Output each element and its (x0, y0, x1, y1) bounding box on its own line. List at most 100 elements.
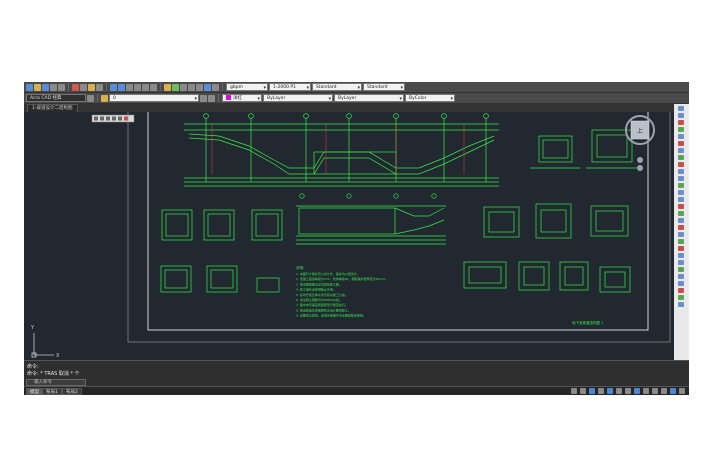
svg-text:Y: Y (30, 325, 35, 331)
ortho-toggle-icon[interactable] (589, 388, 595, 394)
color-label: 洋红 (233, 96, 242, 101)
text-tool-icon[interactable] (678, 155, 684, 160)
design-center-icon[interactable] (172, 83, 179, 91)
rotate-tool-icon[interactable] (678, 176, 684, 181)
save-icon[interactable] (42, 83, 49, 91)
preview-icon[interactable] (58, 83, 65, 91)
make-current-layer-icon[interactable] (200, 94, 207, 102)
sheet-set-icon[interactable] (188, 83, 195, 91)
explode-tool-icon[interactable] (678, 239, 684, 244)
inner-frame (147, 112, 649, 331)
lock-ui-icon[interactable] (652, 388, 658, 394)
snap-toggle-icon[interactable] (580, 388, 586, 394)
join-tool-icon[interactable] (678, 260, 684, 265)
pan-icon[interactable] (126, 83, 133, 91)
zoom-window-icon[interactable] (142, 83, 149, 91)
plot-style-select[interactable]: ByColor (405, 94, 455, 102)
layer-previous-icon[interactable] (208, 94, 215, 102)
zoom-realtime-icon[interactable] (134, 83, 141, 91)
lineweight-select[interactable]: ByLayer (334, 94, 404, 102)
isolate-objects-icon[interactable] (661, 388, 667, 394)
block-tool-icon[interactable] (678, 274, 684, 279)
undo-icon[interactable] (110, 83, 117, 91)
arc-tool-icon[interactable] (678, 134, 684, 139)
section-details-left (160, 209, 283, 293)
circle-tool-icon[interactable] (678, 127, 684, 132)
status-bar: 模型 布局1 布局2 (24, 386, 689, 395)
line-tool-icon[interactable] (678, 106, 684, 111)
annotation-scale-icon[interactable] (634, 388, 640, 394)
tab-layout1[interactable]: 布局1 (42, 388, 62, 395)
customize-icon[interactable] (679, 388, 685, 394)
mirror-tool-icon[interactable] (678, 211, 684, 216)
drawing-svg: 地下室坡道结构图 1 说明: 1. 本图尺寸除标高以米计外，其余均以毫米计。2.… (30, 112, 671, 359)
hatch-tool-icon[interactable] (678, 148, 684, 153)
tab-layout2[interactable]: 布局2 (62, 388, 82, 395)
match-properties-icon[interactable] (96, 83, 103, 91)
stretch-tool-icon[interactable] (678, 246, 684, 251)
array-tool-icon[interactable] (678, 218, 684, 223)
table-tool-icon[interactable] (678, 288, 684, 293)
navigation-bar[interactable] (637, 157, 643, 171)
drawing-tab[interactable]: 1-坡道设计二结构图 (27, 104, 78, 112)
move-tool-icon[interactable] (678, 162, 684, 167)
zoom-previous-icon[interactable] (150, 83, 157, 91)
tool-palettes-icon[interactable] (180, 83, 187, 91)
dimension-tool-icon[interactable] (678, 267, 684, 272)
copy-icon[interactable] (80, 83, 87, 91)
print-icon[interactable] (50, 83, 57, 91)
fillet-tool-icon[interactable] (678, 225, 684, 230)
axis-lines (211, 124, 465, 174)
tab-model[interactable]: 模型 (26, 388, 43, 395)
scale-tool-icon[interactable] (678, 183, 684, 188)
notes-list: 1. 本图尺寸除标高以米计外，其余均以毫米计。2. 混凝土强度等级为C35，抗渗… (296, 271, 388, 318)
cut-icon[interactable] (72, 83, 79, 91)
redo-icon[interactable] (118, 83, 125, 91)
polar-toggle-icon[interactable] (598, 388, 604, 394)
extend-tool-icon[interactable] (678, 197, 684, 202)
trim-tool-icon[interactable] (678, 190, 684, 195)
workspace-settings-icon[interactable] (87, 94, 94, 102)
insert-tool-icon[interactable] (678, 281, 684, 286)
grid-toggle-icon[interactable] (571, 388, 577, 394)
offset-tool-icon[interactable] (678, 204, 684, 209)
layer-select[interactable]: 0 (109, 94, 199, 102)
layer-tool-icon[interactable] (678, 302, 684, 307)
paste-icon[interactable] (88, 83, 95, 91)
break-tool-icon[interactable] (678, 253, 684, 258)
dim-style-select[interactable]: 1-2000 P1 (269, 83, 311, 91)
mleader-style-select[interactable]: Standard (363, 83, 405, 91)
text-style-select[interactable]: gbpm (226, 83, 268, 91)
new-file-icon[interactable] (26, 83, 33, 91)
osnap-toggle-icon[interactable] (607, 388, 613, 394)
layer-manager-icon[interactable] (101, 94, 108, 102)
open-file-icon[interactable] (34, 83, 41, 91)
linetype-select[interactable]: ByLayer (263, 94, 333, 102)
svg-text:X: X (56, 353, 60, 359)
markup-icon[interactable] (196, 83, 203, 91)
erase-tool-icon[interactable] (678, 120, 684, 125)
polyline-tool-icon[interactable] (678, 113, 684, 118)
notes-heading: 说明: (296, 265, 304, 270)
chamfer-tool-icon[interactable] (678, 232, 684, 237)
workspace-select[interactable]: Acro CAD 经典 (26, 94, 86, 102)
otrack-toggle-icon[interactable] (616, 388, 622, 394)
section-details-top-right (530, 129, 639, 169)
lineweight-toggle-icon[interactable] (625, 388, 631, 394)
color-select[interactable]: 洋红 (222, 94, 262, 102)
calculator-icon[interactable] (204, 83, 211, 91)
measure-tool-icon[interactable] (678, 295, 684, 300)
table-style-select[interactable]: Standard (312, 83, 362, 91)
workspace-switch-icon[interactable] (643, 388, 649, 394)
tool-palette[interactable] (674, 104, 689, 360)
help-icon[interactable] (212, 83, 219, 91)
copy-tool-icon[interactable] (678, 169, 684, 174)
section-details-right (463, 203, 631, 293)
command-input[interactable]: 输入命令 (26, 379, 86, 386)
properties-icon[interactable] (164, 83, 171, 91)
rectangle-tool-icon[interactable] (678, 141, 684, 146)
note-line: 9. 本图须与建筑、给排水等相关专业图纸配合使用。 (296, 313, 366, 318)
note-line: 7. 图中未尽事宜按国家现行规范执行。 (296, 302, 348, 307)
drawing-canvas[interactable]: 地下室坡道结构图 1 说明: 1. 本图尺寸除标高以米计外，其余均以毫米计。 2… (24, 112, 674, 360)
fullscreen-icon[interactable] (670, 388, 676, 394)
